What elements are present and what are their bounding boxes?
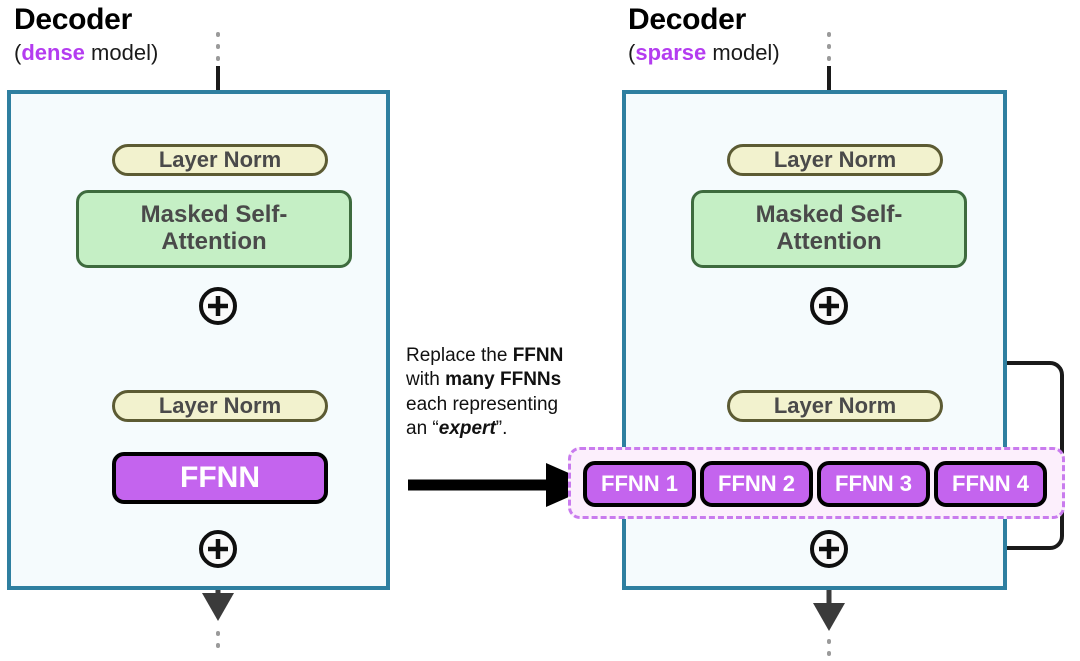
- expert-ffnn-1[interactable]: FFNN 1: [583, 461, 696, 507]
- expert-ffnn-3[interactable]: FFNN 3: [817, 461, 930, 507]
- sparse-attn-line-1: Masked Self-: [755, 201, 903, 229]
- sparse-masked-self-attention[interactable]: Masked Self- Attention: [691, 190, 967, 268]
- sparse-layer-norm-2[interactable]: Layer Norm: [727, 390, 943, 422]
- experts-container: FFNN 1 FFNN 2 FFNN 3 FFNN 4: [568, 447, 1065, 519]
- caption-line4-c: ”.: [495, 417, 508, 439]
- caption-line4-b: expert: [438, 417, 496, 439]
- expert-ffnn-2[interactable]: FFNN 2: [700, 461, 813, 507]
- dense-residual-add-1[interactable]: [199, 287, 237, 325]
- caption-line2-a: with: [406, 369, 446, 391]
- caption-line3: each representing: [406, 393, 559, 415]
- dense-residual-add-2[interactable]: [199, 530, 237, 568]
- sparse-residual-add-2[interactable]: [810, 530, 848, 568]
- transform-caption: Replace the FFNN with many FFNNs each repr…: [406, 344, 606, 441]
- sparse-residual-add-1[interactable]: [810, 287, 848, 325]
- sparse-layer-norm-1[interactable]: Layer Norm: [727, 144, 943, 176]
- caption-line4-a: an “: [406, 417, 439, 439]
- diagram-root: Decoder (dense model) Decoder (sparse mo…: [0, 0, 1080, 661]
- caption-line2-b: many FFNNs: [445, 369, 562, 391]
- caption-line1-a: Replace the: [406, 345, 513, 366]
- expert-ffnn-4[interactable]: FFNN 4: [934, 461, 1047, 507]
- left-add-nodes: [199, 287, 848, 568]
- caption-line1-b: FFNN: [512, 345, 564, 366]
- sparse-attn-line-2: Attention: [776, 228, 882, 255]
